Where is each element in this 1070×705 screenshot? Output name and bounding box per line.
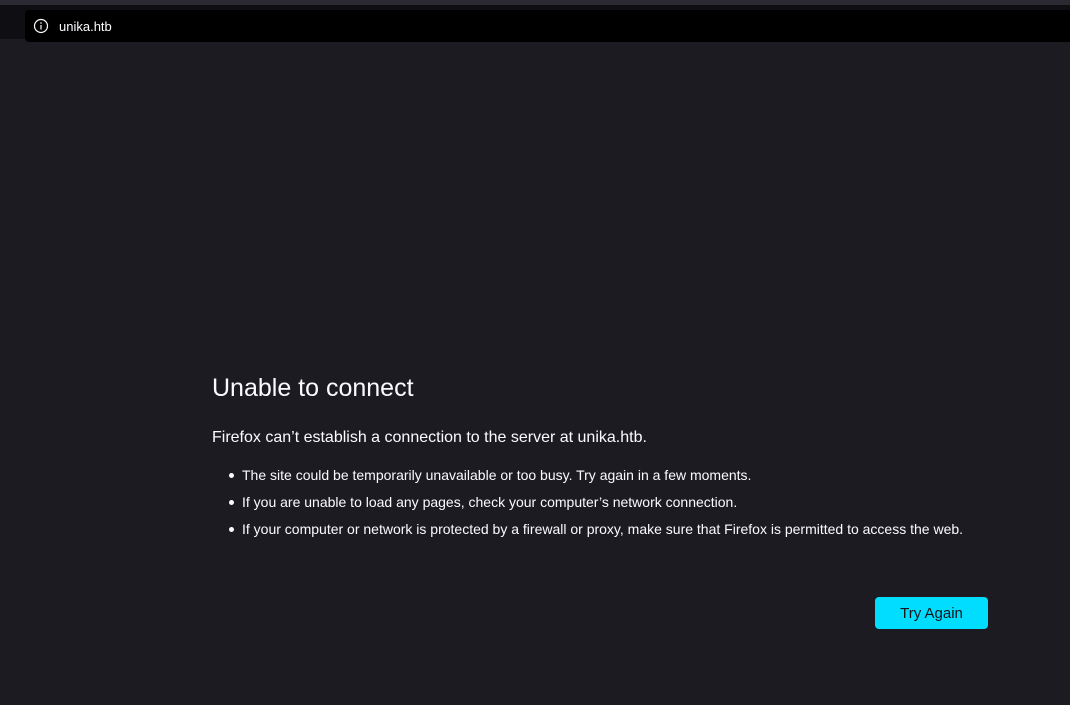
url-text[interactable]: unika.htb: [59, 19, 112, 34]
suggestion-list: The site could be temporarily unavailabl…: [212, 465, 992, 539]
page-title: Unable to connect: [212, 374, 414, 402]
button-row: Try Again: [875, 597, 988, 629]
address-bar[interactable]: unika.htb: [25, 10, 1070, 42]
list-item: If you are unable to load any pages, che…: [229, 492, 992, 512]
list-item: If your computer or network is protected…: [229, 519, 992, 539]
list-item: The site could be temporarily unavailabl…: [229, 465, 992, 485]
error-description: Firefox can’t establish a connection to …: [212, 429, 647, 446]
error-container: Unable to connect Firefox can’t establis…: [212, 370, 992, 546]
navigation-toolbar: unika.htb: [0, 5, 1070, 42]
info-circle-icon[interactable]: [33, 18, 49, 34]
try-again-button[interactable]: Try Again: [875, 597, 988, 629]
